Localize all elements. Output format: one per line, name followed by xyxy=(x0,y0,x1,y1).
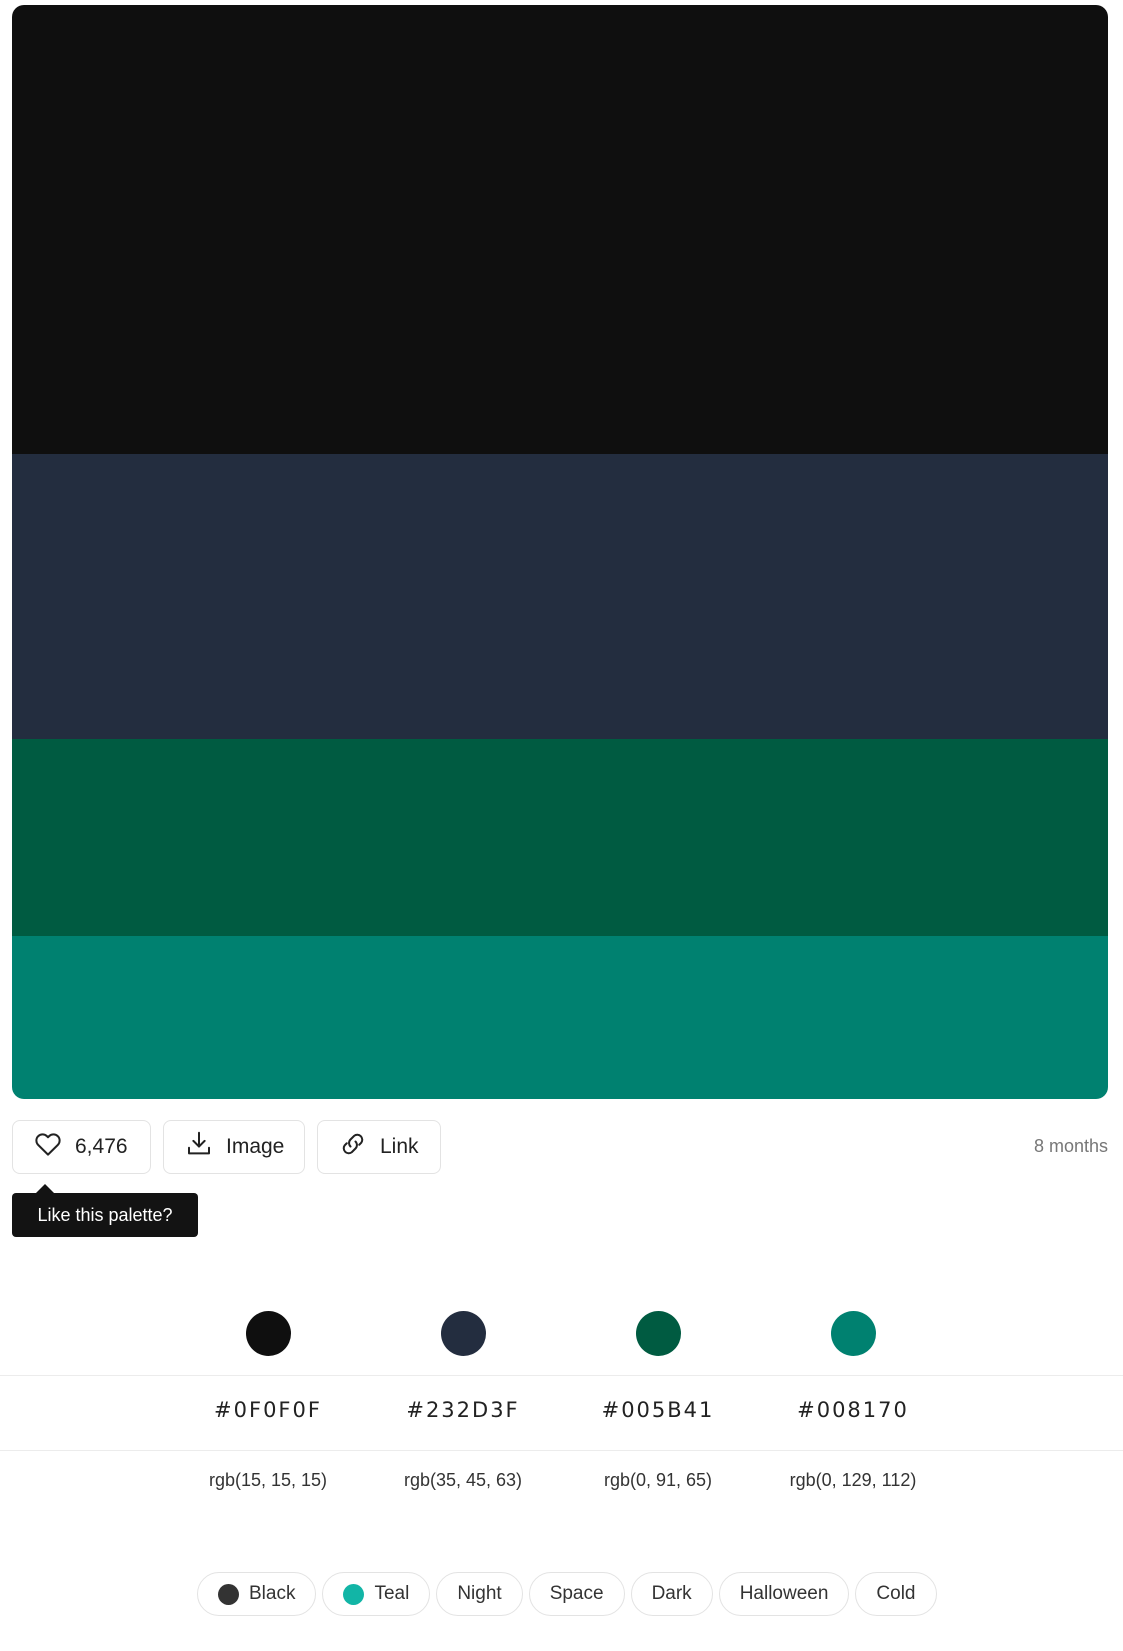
hex-code[interactable]: #005B41 xyxy=(568,1398,748,1422)
color-stripe-3[interactable] xyxy=(12,739,1108,936)
download-icon xyxy=(184,1129,214,1165)
color-swatch-1[interactable] xyxy=(245,1311,291,1356)
color-dot-icon xyxy=(218,1583,239,1605)
tag-label: Teal xyxy=(374,1583,410,1604)
download-image-button[interactable]: Image xyxy=(163,1120,305,1174)
download-image-label: Image xyxy=(226,1135,285,1158)
color-stripe-1[interactable] xyxy=(12,5,1108,454)
color-swatch-3[interactable] xyxy=(635,1311,681,1356)
link-icon xyxy=(338,1129,368,1165)
tag-halloween[interactable]: Halloween xyxy=(718,1572,850,1616)
rgb-value[interactable]: rgb(15, 15, 15) xyxy=(178,1470,358,1491)
rgb-value[interactable]: rgb(0, 129, 112) xyxy=(763,1470,943,1491)
rgb-value[interactable]: rgb(35, 45, 63) xyxy=(373,1470,553,1491)
like-button[interactable]: 6,476 xyxy=(12,1120,151,1174)
tag-list: Black Teal Night Space Dark Halloween Co… xyxy=(197,1572,937,1616)
like-tooltip: Like this palette? xyxy=(12,1184,198,1237)
color-dot-icon xyxy=(343,1583,365,1605)
tag-label: Halloween xyxy=(739,1583,829,1604)
tag-label: Space xyxy=(549,1583,604,1604)
tag-label: Black xyxy=(249,1583,296,1604)
tag-space[interactable]: Space xyxy=(528,1572,625,1616)
swatch-row xyxy=(0,1311,1123,1357)
tag-black[interactable]: Black xyxy=(197,1572,317,1616)
hex-code[interactable]: #0F0F0F xyxy=(178,1398,358,1422)
tag-cold[interactable]: Cold xyxy=(855,1572,937,1616)
hex-code[interactable]: #008170 xyxy=(763,1398,943,1422)
hex-row: #0F0F0F #232D3F #005B41 #008170 xyxy=(0,1375,1123,1451)
palette-actions: 6,476 Image Link xyxy=(12,1120,441,1174)
tag-teal[interactable]: Teal xyxy=(322,1572,431,1616)
rgb-row: rgb(15, 15, 15) rgb(35, 45, 63) rgb(0, 9… xyxy=(0,1470,1123,1500)
color-stripe-4[interactable] xyxy=(12,936,1108,1099)
tag-dark[interactable]: Dark xyxy=(630,1572,713,1616)
palette-preview xyxy=(12,5,1108,1099)
tag-night[interactable]: Night xyxy=(436,1572,523,1616)
copy-link-button[interactable]: Link xyxy=(317,1120,441,1174)
rgb-value[interactable]: rgb(0, 91, 65) xyxy=(568,1470,748,1491)
hex-code[interactable]: #232D3F xyxy=(373,1398,553,1422)
tag-label: Night xyxy=(457,1583,502,1604)
like-count: 6,476 xyxy=(75,1135,128,1158)
tag-label: Dark xyxy=(651,1583,692,1604)
color-swatch-4[interactable] xyxy=(830,1311,876,1356)
copy-link-label: Link xyxy=(380,1135,419,1158)
palette-age: 8 months xyxy=(1033,1136,1108,1156)
color-stripe-2[interactable] xyxy=(12,454,1108,739)
heart-icon xyxy=(33,1129,63,1165)
color-swatch-2[interactable] xyxy=(440,1311,486,1356)
tag-label: Cold xyxy=(876,1583,916,1604)
